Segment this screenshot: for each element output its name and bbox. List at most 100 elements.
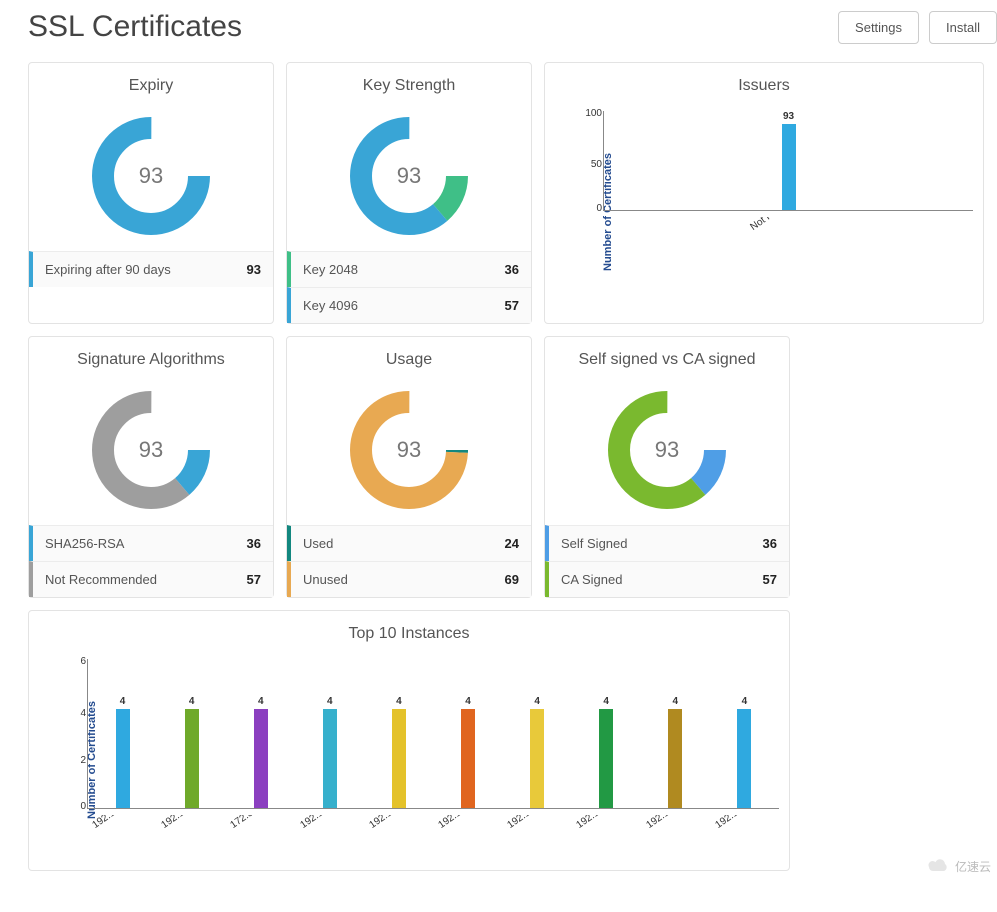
legend-label: Key 2048 xyxy=(303,262,358,277)
tick-label: 0 xyxy=(80,802,86,812)
x-tick-label: 192.168.10.33 xyxy=(506,815,569,828)
bar-value-label: 4 xyxy=(673,696,679,707)
legend-item[interactable]: Self Signed 36 xyxy=(545,525,789,561)
bar-column[interactable]: 4 xyxy=(295,659,364,808)
bar-column[interactable]: 4 xyxy=(88,659,157,808)
bar xyxy=(185,709,199,808)
donut-chart-expiry[interactable]: 93 xyxy=(29,101,273,251)
donut-chart-self-ca[interactable]: 93 xyxy=(545,375,789,525)
bar-value-label: 4 xyxy=(742,696,748,707)
x-tick-label: 192.168.10.36 xyxy=(644,815,707,828)
card-title: Signature Algorithms xyxy=(29,337,273,375)
legend-label: Used xyxy=(303,536,333,551)
x-tick-label: 192.168.10.31 xyxy=(436,815,499,828)
card-title: Self signed vs CA signed xyxy=(545,337,789,375)
legend-item[interactable]: SHA256-RSA36 xyxy=(29,525,273,561)
legend-value: 93 xyxy=(247,262,261,277)
bar-value-label: 4 xyxy=(120,696,126,707)
bars-row: 4444444444 xyxy=(88,659,779,808)
legend-value: 57 xyxy=(763,572,777,587)
tick-label: 100 xyxy=(585,109,602,119)
x-labels: Not Recommended xyxy=(603,217,973,230)
tick-label: 6 xyxy=(80,657,86,667)
card-key-strength: Key Strength 93 Key 2048 36 Key 409657 xyxy=(286,62,532,324)
legend-item[interactable]: Not Recommended57 xyxy=(29,561,273,597)
legend-item[interactable]: Unused 69 xyxy=(287,561,531,597)
page-title: SSL Certificates xyxy=(28,10,242,44)
card-signature-algorithms: Signature Algorithms 93 SHA256-RSA36Not … xyxy=(28,336,274,598)
legend: SHA256-RSA36Not Recommended57 xyxy=(29,525,273,597)
bar-column[interactable]: 93 xyxy=(604,111,973,210)
bar xyxy=(782,124,796,210)
legend-label: Unused xyxy=(303,572,348,587)
x-tick-label: 192.168.10.34 xyxy=(160,815,223,828)
legend-value: 36 xyxy=(505,262,519,277)
legend-label: Self Signed xyxy=(561,536,628,551)
bar-column[interactable]: 4 xyxy=(226,659,295,808)
tick-label: 4 xyxy=(80,709,86,719)
legend-item[interactable]: Key 409657 xyxy=(287,287,531,323)
card-self-vs-ca: Self signed vs CA signed 93 Self Signed 3… xyxy=(544,336,790,598)
donut-chart-sig-algos[interactable]: 93 xyxy=(29,375,273,525)
bar-column[interactable]: 4 xyxy=(710,659,779,808)
legend-label: Key 4096 xyxy=(303,298,358,313)
tick-label: 2 xyxy=(80,756,86,766)
legend-value: 36 xyxy=(247,536,261,551)
bar xyxy=(461,709,475,808)
install-button[interactable]: Install xyxy=(929,11,997,44)
donut-chart-key-strength[interactable]: 93 xyxy=(287,101,531,251)
bar-plot: 6420 4444444444 xyxy=(87,659,779,809)
donut-total: 93 xyxy=(139,163,163,189)
card-top-instances: Top 10 Instances Number of Certificates … xyxy=(28,610,790,871)
settings-button[interactable]: Settings xyxy=(838,11,919,44)
x-tick-label: 192.168.10. xyxy=(713,815,776,828)
card-title: Usage xyxy=(287,337,531,375)
legend-value: 24 xyxy=(505,536,519,551)
legend-item[interactable]: Key 2048 36 xyxy=(287,251,531,287)
legend: Key 2048 36 Key 409657 xyxy=(287,251,531,323)
bar-column[interactable]: 4 xyxy=(433,659,502,808)
tick-label: 0 xyxy=(596,204,602,214)
x-tick-label: Not Recommended xyxy=(748,217,825,230)
legend: Self Signed 36 CA Signed57 xyxy=(545,525,789,597)
bar-column[interactable]: 4 xyxy=(572,659,641,808)
legend: Expiring after 90 days 93 xyxy=(29,251,273,287)
card-usage: Usage 93 Used 24 Unused 69 xyxy=(286,336,532,598)
legend-item[interactable]: Used 24 xyxy=(287,525,531,561)
dashboard-grid: Expiry 93 Expiring after 90 days 93 Key S… xyxy=(28,62,997,871)
legend: Used 24 Unused 69 xyxy=(287,525,531,597)
header-actions: Settings Install xyxy=(838,11,997,44)
y-ticks: 100500 xyxy=(578,111,602,210)
bar xyxy=(668,709,682,808)
bar-column[interactable]: 4 xyxy=(157,659,226,808)
bar-column[interactable]: 4 xyxy=(503,659,572,808)
bars-row: 93 xyxy=(604,111,973,210)
legend-label: Expiring after 90 days xyxy=(45,262,171,277)
card-title: Issuers xyxy=(545,63,983,101)
bar xyxy=(116,709,130,808)
bar xyxy=(599,709,613,808)
legend-item[interactable]: Expiring after 90 days 93 xyxy=(29,251,273,287)
y-ticks: 6420 xyxy=(62,659,86,808)
legend-label: Not Recommended xyxy=(45,572,157,587)
card-issuers: Issuers Number of Certificates 100500 93… xyxy=(544,62,984,324)
x-tick-label: 192.168.10.35 xyxy=(90,815,153,828)
bar xyxy=(323,709,337,808)
bar-chart-top-instances[interactable]: Number of Certificates 6420 4444444444 1… xyxy=(29,649,789,870)
card-title: Expiry xyxy=(29,63,273,101)
legend-value: 69 xyxy=(505,572,519,587)
bar-chart-issuers[interactable]: Number of Certificates 100500 93 Not Rec… xyxy=(545,101,983,323)
card-title: Key Strength xyxy=(287,63,531,101)
donut-chart-usage[interactable]: 93 xyxy=(287,375,531,525)
legend-item[interactable]: CA Signed57 xyxy=(545,561,789,597)
bar-column[interactable]: 4 xyxy=(364,659,433,808)
bar-value-label: 93 xyxy=(783,111,794,122)
bar-column[interactable]: 4 xyxy=(641,659,710,808)
x-labels: 192.168.10.35192.168.10.34172.30.200.103… xyxy=(87,815,779,828)
bar-value-label: 4 xyxy=(534,696,540,707)
page-header: SSL Certificates Settings Install xyxy=(28,10,997,44)
bar-value-label: 4 xyxy=(258,696,264,707)
legend-value: 36 xyxy=(763,536,777,551)
bar xyxy=(737,709,751,808)
x-tick-label: 192.168.10.4 xyxy=(575,815,638,828)
